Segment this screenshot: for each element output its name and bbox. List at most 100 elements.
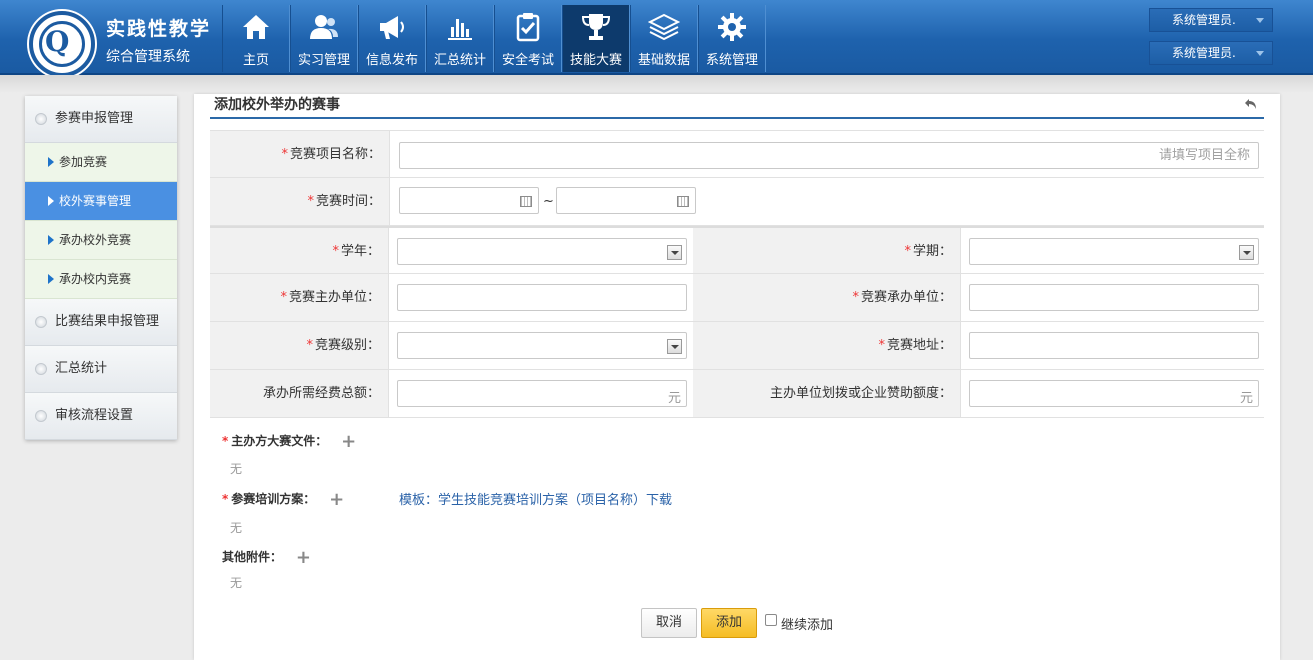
sidebar-group-results[interactable]: 比赛结果申报管理 [25, 299, 177, 346]
nav-label: 信息发布 [365, 53, 418, 68]
form-label: * 竞赛承办单位： [693, 274, 961, 321]
school-year-select[interactable] [397, 238, 687, 265]
nav-internship[interactable]: 实习管理 [290, 5, 358, 72]
form-label: * 学期： [693, 228, 961, 273]
nav-skills-contest[interactable]: 技能大赛 [562, 5, 630, 72]
chevron-down-icon [667, 339, 682, 354]
add-other-attachment-icon[interactable]: + [296, 547, 311, 568]
sidebar-item-label: 参加竞赛 [59, 155, 108, 169]
form-label: 主办单位划拨或企业赞助额度： [693, 370, 961, 417]
chevron-down-icon [1239, 245, 1254, 260]
sidebar-item-label: 校外赛事管理 [59, 194, 132, 208]
layers-icon [631, 11, 697, 43]
sidebar-group-registration[interactable]: 参赛申报管理 [25, 96, 177, 143]
nav-safety-exam[interactable]: 安全考试 [494, 5, 562, 72]
nav-statistics[interactable]: 汇总统计 [426, 5, 494, 72]
form-label: * 学年： [210, 228, 389, 273]
contest-address-input[interactable] [969, 332, 1259, 359]
calendar-icon [520, 196, 532, 207]
undertake-unit-input[interactable] [969, 284, 1259, 311]
sidebar-item-join-contest[interactable]: 参加竞赛 [25, 143, 177, 182]
date-separator: ~ [543, 194, 554, 209]
template-download-link[interactable]: 模板：学生技能竞赛培训方案（项目名称）下载 [399, 489, 672, 508]
nav-label: 主页 [242, 53, 269, 68]
main-nav: 主页 实习管理 信息发布 汇总统计 安全考试 技能大赛 基础数据 系统管理 [222, 5, 766, 72]
start-date-input[interactable] [399, 187, 539, 214]
user-menu-bottom[interactable]: 系统管理员. [1149, 41, 1273, 65]
header-shadow-bar [0, 75, 1313, 93]
bullet-icon [35, 410, 47, 422]
bar-chart-icon [427, 11, 493, 43]
system-name: 实践性教学 [106, 18, 212, 40]
form-row-funds: 承办所需经费总额： 元 主办单位划拨或企业赞助额度： 元 [210, 370, 1264, 418]
add-training-plan-icon[interactable]: + [329, 489, 344, 510]
chevron-down-icon [1256, 51, 1264, 56]
sidebar-item-external-events[interactable]: 校外赛事管理 [25, 182, 177, 221]
trophy-icon [563, 11, 629, 43]
form-row-time: * 竞赛时间： ~ [210, 178, 1264, 226]
other-attachments-empty: 无 [230, 576, 243, 590]
sidebar-group-statistics[interactable]: 汇总统计 [25, 346, 177, 393]
sidebar-group-label: 比赛结果申报管理 [55, 314, 160, 329]
contest-level-select[interactable] [397, 332, 687, 359]
sidebar-group-label: 参赛申报管理 [55, 111, 134, 126]
nav-label: 安全考试 [501, 53, 554, 68]
nav-base-data[interactable]: 基础数据 [630, 5, 698, 72]
bullet-icon [35, 113, 47, 125]
user-name: 系统管理员. [1172, 46, 1236, 60]
chevron-down-icon [1256, 18, 1264, 23]
form-row-year-term: * 学年： * 学期： [210, 226, 1264, 274]
form-label: * 竞赛时间： [210, 178, 390, 225]
form-row-organizers: * 竞赛主办单位： * 竞赛承办单位： [210, 274, 1264, 322]
nav-label: 汇总统计 [433, 53, 486, 68]
nav-label: 基础数据 [637, 53, 690, 68]
currency-unit: 元 [1239, 391, 1253, 406]
user-menu-top[interactable]: 系统管理员. [1149, 8, 1273, 32]
form-label: 承办所需经费总额： [210, 370, 389, 417]
users-icon [291, 11, 357, 43]
form-label: * 竞赛项目名称： [210, 131, 390, 177]
nav-label: 技能大赛 [569, 53, 622, 68]
caret-right-icon [48, 157, 54, 167]
sidebar-group-label: 汇总统计 [55, 361, 108, 376]
sidebar-item-label: 承办校外竞赛 [59, 233, 132, 247]
contest-name-input[interactable] [399, 142, 1259, 169]
nav-announce[interactable]: 信息发布 [358, 5, 426, 72]
sidebar-item-host-internal[interactable]: 承办校内竞赛 [25, 260, 177, 299]
home-icon [223, 11, 289, 43]
nav-home[interactable]: 主页 [222, 5, 290, 72]
sidebar-group-workflow[interactable]: 审核流程设置 [25, 393, 177, 440]
training-plan-empty: 无 [230, 521, 243, 535]
cancel-button[interactable]: 取消 [641, 608, 697, 638]
form-label: * 竞赛主办单位： [210, 274, 389, 321]
nav-label: 系统管理 [705, 53, 758, 68]
host-files-label: * 主办方大赛文件： [222, 434, 328, 448]
host-unit-input[interactable] [397, 284, 687, 311]
form-row-level-address: * 竞赛级别： * 竞赛地址： [210, 322, 1264, 370]
clipboard-check-icon [495, 11, 561, 43]
sponsor-amount-input[interactable]: 元 [969, 380, 1259, 407]
semester-select[interactable] [969, 238, 1259, 265]
budget-input[interactable]: 元 [397, 380, 687, 407]
sidebar-group-label: 审核流程设置 [55, 408, 134, 423]
sidebar: 参赛申报管理 参加竞赛 校外赛事管理 承办校外竞赛 承办校内竞赛 比赛结果申报管… [25, 96, 177, 440]
nav-system-admin[interactable]: 系统管理 [698, 5, 766, 72]
host-files-section: * 主办方大赛文件： + [222, 431, 356, 452]
sidebar-item-label: 承办校内竞赛 [59, 272, 132, 286]
host-files-empty: 无 [230, 462, 243, 476]
sidebar-item-host-external[interactable]: 承办校外竞赛 [25, 221, 177, 260]
add-host-file-icon[interactable]: + [341, 431, 356, 452]
calendar-icon [677, 196, 689, 207]
chevron-down-icon [667, 245, 682, 260]
end-date-input[interactable] [556, 187, 696, 214]
currency-unit: 元 [667, 391, 681, 406]
user-name: 系统管理员. [1172, 13, 1236, 27]
top-header: Q 实践性教学 综合管理系统 主页 实习管理 信息发布 汇总统计 安全考试 技能… [0, 0, 1313, 77]
add-button[interactable]: 添加 [701, 608, 757, 638]
continue-add-label: 继续添加 [781, 618, 834, 633]
back-arrow-icon[interactable] [1244, 98, 1258, 110]
bullet-icon [35, 363, 47, 375]
system-subtitle: 综合管理系统 [106, 49, 190, 65]
continue-add-checkbox[interactable] [765, 614, 777, 626]
page-title-text: 添加校外举办的赛事 [214, 97, 340, 113]
